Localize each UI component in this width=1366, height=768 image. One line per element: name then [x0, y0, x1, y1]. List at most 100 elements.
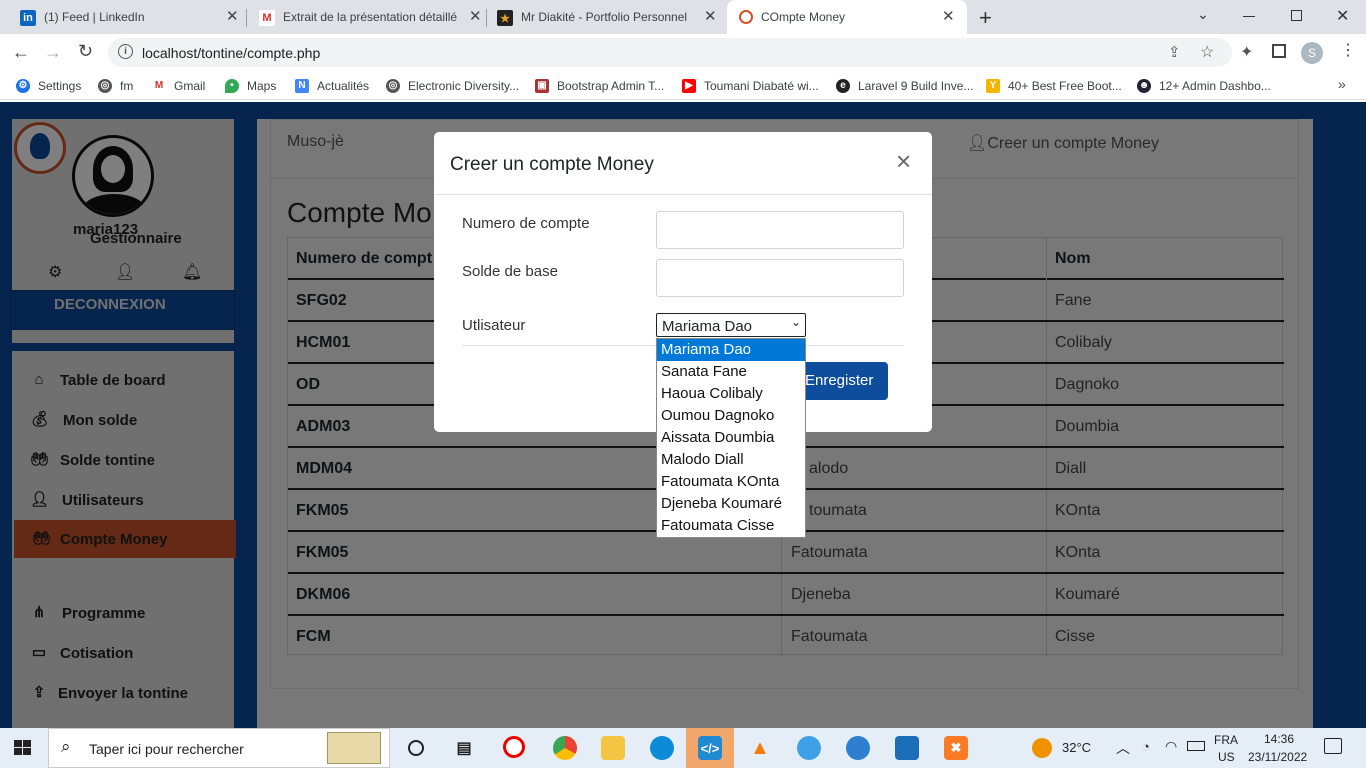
- bookmarks-bar: ⚙ Settings ◎ fm M Gmail • Maps N Actualités ◎…: [0, 72, 1366, 100]
- maps-icon: •: [225, 79, 239, 93]
- chevron-up-icon[interactable]: ︿: [1116, 738, 1130, 758]
- close-icon[interactable]: ✕: [942, 9, 955, 25]
- edge-icon[interactable]: [650, 736, 674, 760]
- language-bottom[interactable]: US: [1218, 750, 1235, 764]
- browser-tab-bar: in (1) Feed | LinkedIn ✕ M Extrait de la…: [0, 0, 1366, 34]
- battery-icon[interactable]: [1187, 741, 1205, 751]
- chrome-icon[interactable]: [553, 736, 577, 760]
- more-bookmarks-icon[interactable]: »: [1338, 76, 1346, 92]
- bookmark-laravel[interactable]: e Laravel 9 Build Inve...: [836, 77, 973, 95]
- account-number-input[interactable]: [656, 211, 904, 249]
- tab-portfolio[interactable]: ★ Mr Diakité - Portfolio Personnel ✕: [477, 0, 727, 34]
- photos-icon[interactable]: [895, 736, 919, 760]
- close-icon[interactable]: ×: [896, 148, 911, 174]
- widgets-icon[interactable]: ▤: [452, 736, 476, 760]
- tab-title: (1) Feed | LinkedIn: [44, 10, 145, 24]
- share-icon[interactable]: ⇪: [1168, 43, 1181, 61]
- linkedin-icon: in: [20, 10, 36, 26]
- back-icon[interactable]: ←: [12, 42, 30, 63]
- bookmark-youtube[interactable]: ▶ Toumani Diabaté wi...: [682, 77, 819, 95]
- tab-title: Extrait de la présentation détaillé: [283, 10, 457, 24]
- forward-icon[interactable]: →: [44, 42, 62, 63]
- news-icon: N: [295, 79, 309, 93]
- profile-avatar[interactable]: S: [1301, 42, 1323, 64]
- sidepanel-icon[interactable]: [1272, 44, 1286, 58]
- file-explorer-icon[interactable]: [601, 736, 625, 760]
- modal-title: Creer un compte Money: [450, 154, 654, 175]
- task-view-icon[interactable]: [408, 740, 424, 756]
- network-icon[interactable]: ◔: [1142, 739, 1150, 754]
- tab-title: COmpte Money: [761, 10, 846, 24]
- minimize-icon[interactable]: [1243, 16, 1255, 17]
- user-label: Utlisateur: [462, 317, 526, 334]
- gmail-icon: M: [152, 79, 166, 93]
- save-button[interactable]: Enregister: [792, 362, 888, 400]
- bookmark-star-icon[interactable]: ☆: [1200, 42, 1214, 62]
- user-select[interactable]: Mariama Dao ⌄: [656, 313, 806, 337]
- search-icon: ⌕: [61, 737, 71, 756]
- notification-icon[interactable]: [1324, 738, 1342, 754]
- weather-temp[interactable]: 32°C: [1062, 740, 1091, 755]
- clock-date[interactable]: 23/11/2022: [1248, 750, 1307, 764]
- user-select-dropdown: Mariama Dao Sanata Fane Haoua Colibaly O…: [656, 338, 806, 538]
- edge-icon: e: [836, 79, 850, 93]
- clock-time[interactable]: 14:36: [1264, 732, 1294, 746]
- base-balance-input[interactable]: [656, 259, 904, 297]
- tab-gmail[interactable]: M Extrait de la présentation détaillé ✕: [239, 0, 485, 34]
- globe-icon: ◎: [386, 79, 400, 93]
- bookmark-electronic-diversity[interactable]: ◎ Electronic Diversity...: [386, 77, 519, 95]
- select-option[interactable]: Fatoumata KOnta: [657, 471, 805, 493]
- search-placeholder: Taper ici pour rechercher: [89, 741, 244, 757]
- bootstrap-icon: ▣: [535, 79, 549, 93]
- account-number-label: Numero de compte: [462, 215, 590, 232]
- gear-icon: ⚙: [16, 79, 30, 93]
- bookmark-admin-dashboard[interactable]: ☻ 12+ Admin Dashbo...: [1137, 77, 1271, 95]
- close-icon[interactable]: ✕: [226, 9, 239, 25]
- weather-icon: [1032, 738, 1052, 758]
- tab-compte-money[interactable]: COmpte Money ✕: [727, 0, 967, 34]
- new-tab-button[interactable]: +: [979, 5, 992, 31]
- menu-icon[interactable]: ⋮: [1340, 40, 1356, 60]
- xampp-icon[interactable]: ✖: [944, 736, 968, 760]
- url-text[interactable]: localhost/tontine/compte.php: [142, 45, 320, 61]
- tab-linkedin[interactable]: in (1) Feed | LinkedIn ✕: [0, 0, 245, 34]
- windows-taskbar: ⌕ Taper ici pour rechercher ▤ </> ▲ ✖ 32…: [0, 728, 1366, 768]
- select-option[interactable]: Djeneba Koumaré: [657, 493, 805, 515]
- wifi-icon[interactable]: ◠: [1165, 738, 1177, 755]
- restore-icon[interactable]: [1291, 10, 1302, 21]
- select-option[interactable]: Fatoumata Cisse: [657, 515, 805, 537]
- bookmark-actualites[interactable]: N Actualités: [295, 77, 369, 95]
- bookmark-bootstrap-templates[interactable]: Y 40+ Best Free Boot...: [986, 77, 1122, 95]
- bookmark-fm[interactable]: ◎ fm: [98, 77, 133, 95]
- select-option[interactable]: Sanata Fane: [657, 361, 805, 383]
- user-select-value: Mariama Dao: [662, 318, 753, 335]
- edge-dev-icon[interactable]: [846, 736, 870, 760]
- bookmark-settings[interactable]: ⚙ Settings: [16, 77, 81, 95]
- bookmark-bootstrap[interactable]: ▣ Bootstrap Admin T...: [535, 77, 664, 95]
- address-bar: ← → ↻ i localhost/tontine/compte.php ⇪ ☆…: [0, 34, 1366, 72]
- vlc-icon[interactable]: ▲: [748, 736, 772, 760]
- select-option[interactable]: Mariama Dao: [657, 339, 805, 361]
- close-icon[interactable]: ✕: [704, 9, 717, 25]
- chevron-down-icon[interactable]: ⌄: [1197, 6, 1209, 23]
- reload-icon[interactable]: ↻: [78, 41, 93, 62]
- bookmark-maps[interactable]: • Maps: [225, 77, 276, 95]
- site-icon: [739, 10, 753, 24]
- select-option[interactable]: Oumou Dagnoko: [657, 405, 805, 427]
- extensions-icon[interactable]: ✦: [1240, 42, 1253, 62]
- language-top[interactable]: FRA: [1214, 733, 1238, 747]
- select-option[interactable]: Malodo Diall: [657, 449, 805, 471]
- omnibox[interactable]: i localhost/tontine/compte.php ⇪ ☆: [108, 38, 1232, 67]
- edge-beta-icon[interactable]: [797, 736, 821, 760]
- taskbar-search[interactable]: ⌕ Taper ici pour rechercher: [48, 728, 390, 768]
- opera-icon[interactable]: [503, 736, 525, 758]
- star-icon: ★: [497, 10, 513, 26]
- gmail-icon: M: [259, 10, 275, 26]
- select-option[interactable]: Haoua Colibaly: [657, 383, 805, 405]
- bookmark-gmail[interactable]: M Gmail: [152, 77, 205, 95]
- select-option[interactable]: Aissata Doumbia: [657, 427, 805, 449]
- info-icon[interactable]: i: [118, 44, 133, 59]
- windows-start-icon[interactable]: [14, 740, 32, 756]
- vscode-icon[interactable]: </>: [698, 736, 722, 760]
- close-window-icon[interactable]: ✕: [1336, 6, 1349, 26]
